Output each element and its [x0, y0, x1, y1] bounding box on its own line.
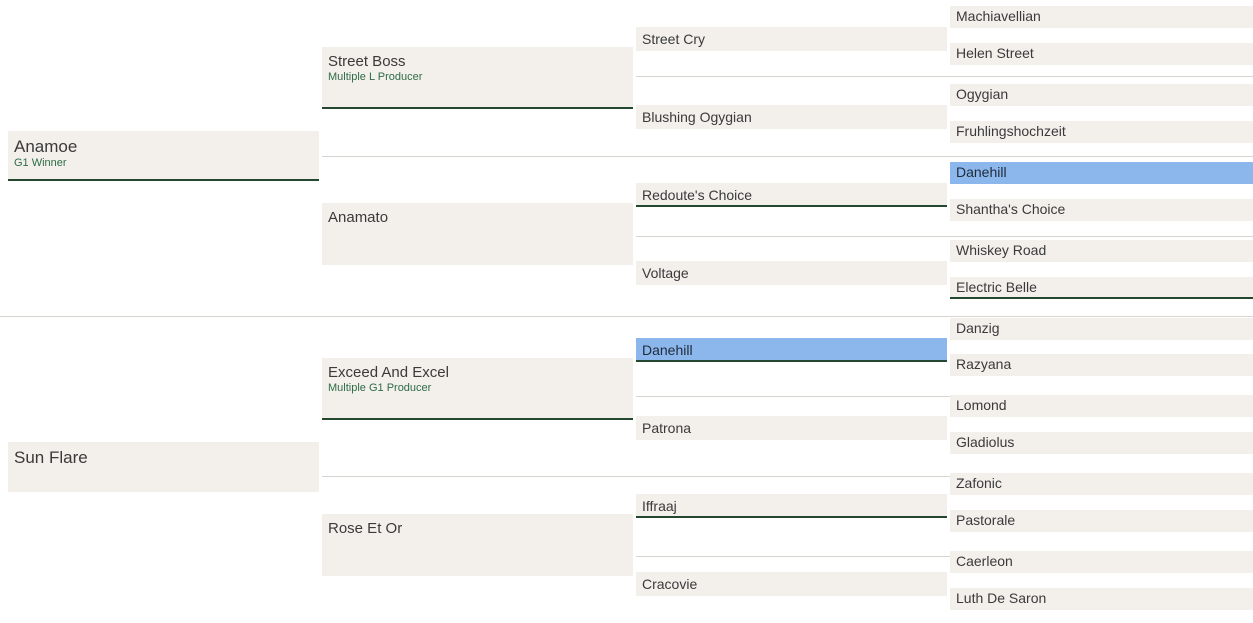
block-divider — [636, 236, 1253, 237]
horse-name: Sun Flare — [14, 448, 88, 468]
horse-name: Pastorale — [956, 512, 1016, 529]
horse-name: Zafonic — [956, 475, 1002, 492]
block-divider — [322, 156, 1253, 157]
horse-cell-gen3[interactable]: Street Cry — [636, 26, 947, 51]
horse-name: Helen Street — [956, 44, 1034, 61]
horse-cell-gen4[interactable]: Gladiolus — [950, 432, 1253, 455]
horse-cell-gen4[interactable]: Shantha's Choice — [950, 198, 1253, 221]
horse-cell-gen3[interactable]: Voltage — [636, 260, 947, 285]
horse-name: Rose Et Or — [328, 520, 403, 538]
horse-name: Voltage — [642, 264, 689, 281]
horse-cell-gen3[interactable]: Redoute's Choice — [636, 182, 947, 207]
horse-name: Patrona — [642, 420, 692, 437]
horse-name: Anamoe — [14, 136, 78, 156]
horse-cell-gen3[interactable]: Iffraaj — [636, 494, 947, 519]
horse-cell-gen4[interactable]: Pastorale — [950, 510, 1253, 533]
horse-cell-gen4[interactable]: Machiavellian — [950, 6, 1253, 28]
horse-cell-gen4[interactable]: Razyana — [950, 354, 1253, 377]
horse-cell-gen2[interactable]: Anamato — [322, 202, 633, 265]
horse-name: Fruhlingshochzeit — [956, 122, 1066, 139]
horse-name: Anamato — [328, 208, 389, 226]
horse-name: Lomond — [956, 397, 1007, 414]
horse-cell-gen4[interactable]: Zafonic — [950, 473, 1253, 496]
pedigree-chart: Anamoe G1 Winner Sun Flare Street Boss Multi… — [0, 0, 1253, 623]
horse-cell-gen2[interactable]: Street Boss Multiple L Producer — [322, 46, 633, 109]
horse-name: Caerleon — [956, 553, 1013, 570]
horse-name: Whiskey Road — [956, 241, 1047, 258]
horse-name: Luth De Saron — [956, 590, 1047, 607]
horse-cell-gen4[interactable]: Whiskey Road — [950, 239, 1253, 262]
horse-name: Ogygian — [956, 85, 1009, 102]
horse-cell-gen4[interactable]: Ogygian — [950, 83, 1253, 106]
horse-cell-gen4[interactable]: Danehill — [950, 161, 1253, 184]
horse-name: Electric Belle — [956, 278, 1037, 295]
horse-note: Multiple L Producer — [328, 70, 423, 83]
horse-cell-gen2[interactable]: Rose Et Or — [322, 514, 633, 577]
horse-name: Shantha's Choice — [956, 200, 1066, 217]
horse-name: Iffraaj — [642, 498, 677, 515]
horse-name: Redoute's Choice — [642, 186, 753, 203]
horse-cell-gen4[interactable]: Fruhlingshochzeit — [950, 120, 1253, 143]
horse-name: Street Boss — [328, 52, 406, 70]
horse-note: G1 Winner — [14, 156, 67, 169]
horse-name: Danehill — [956, 163, 1007, 180]
horse-cell-gen3[interactable]: Patrona — [636, 416, 947, 441]
horse-name: Razyana — [956, 356, 1012, 373]
horse-cell-gen1[interactable]: Anamoe G1 Winner — [8, 130, 319, 181]
horse-name: Exceed And Excel — [328, 364, 449, 382]
horse-cell-gen4[interactable]: Luth De Saron — [950, 588, 1253, 611]
horse-note: Multiple G1 Producer — [328, 382, 432, 395]
block-divider — [636, 76, 1253, 77]
horse-name: Blushing Ogygian — [642, 108, 752, 125]
horse-cell-gen3[interactable]: Cracovie — [636, 572, 947, 597]
horse-cell-gen4[interactable]: Electric Belle — [950, 276, 1253, 299]
horse-cell-gen3[interactable]: Blushing Ogygian — [636, 104, 947, 129]
horse-cell-gen4[interactable]: Helen Street — [950, 42, 1253, 65]
horse-cell-gen4[interactable]: Caerleon — [950, 551, 1253, 574]
horse-name: Machiavellian — [956, 8, 1041, 24]
horse-cell-gen4[interactable]: Danzig — [950, 317, 1253, 340]
horse-name: Danzig — [956, 319, 1000, 336]
horse-name: Cracovie — [642, 576, 698, 593]
horse-cell-gen3[interactable]: Danehill — [636, 338, 947, 363]
horse-name: Street Cry — [642, 30, 706, 47]
horse-name: Danehill — [642, 342, 693, 359]
horse-name: Gladiolus — [956, 434, 1015, 451]
horse-cell-gen4[interactable]: Lomond — [950, 395, 1253, 418]
horse-cell-gen1[interactable]: Sun Flare — [8, 442, 319, 493]
horse-cell-gen2[interactable]: Exceed And Excel Multiple G1 Producer — [322, 358, 633, 421]
